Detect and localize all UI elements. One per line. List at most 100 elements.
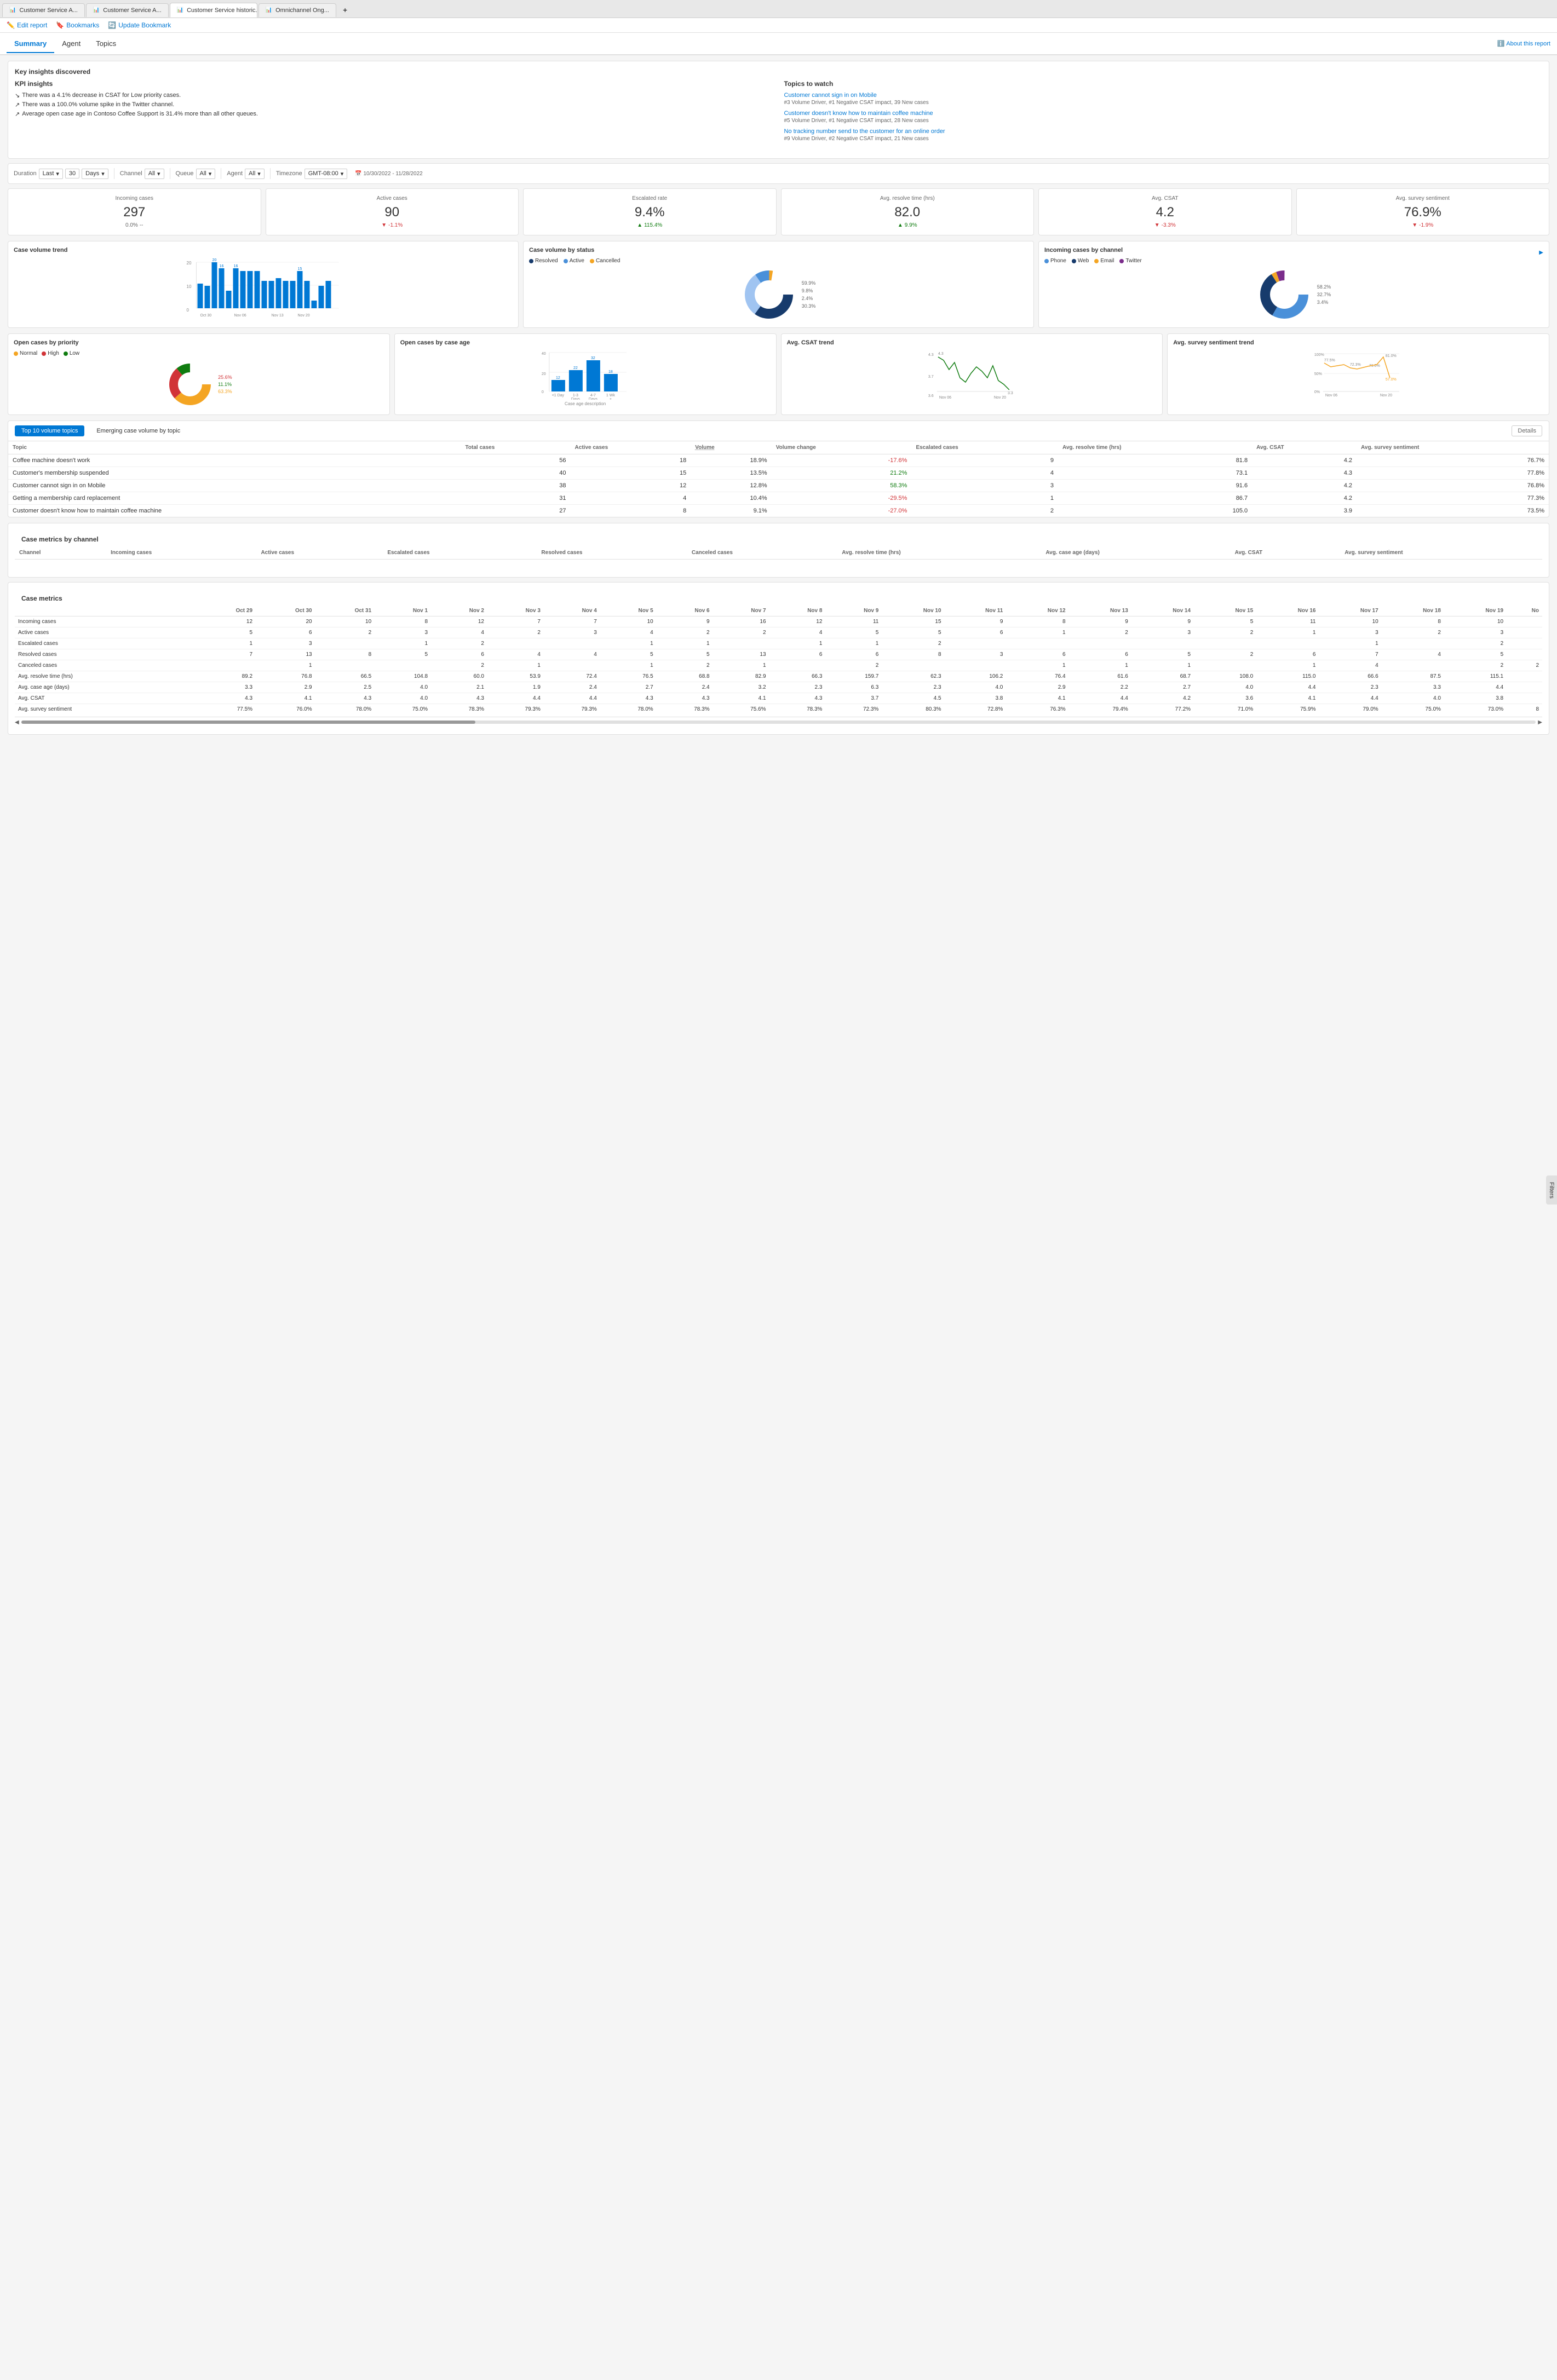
metric-value: 4.4: [1256, 682, 1319, 693]
duration-unit-select[interactable]: Days ▾: [82, 169, 108, 179]
channel-col-channel: Channel: [15, 546, 106, 560]
table-row: Avg. resolve time (hrs)89.276.866.5104.8…: [15, 671, 1542, 682]
csat: 4.3: [1252, 467, 1357, 480]
csat: 4.2: [1252, 480, 1357, 492]
metric-value: 9: [1131, 616, 1194, 627]
metric-value: 2: [1194, 649, 1256, 660]
priority-legend: Normal High Low: [14, 350, 384, 356]
table-row: Canceled cases12112121111422: [15, 660, 1542, 671]
duration-type-select[interactable]: Last ▾: [39, 169, 63, 179]
metric-value: 12: [431, 616, 487, 627]
svg-text:0: 0: [187, 308, 189, 313]
duration-value-select[interactable]: 30: [65, 169, 79, 178]
browser-tab-4[interactable]: 📊 Omnichannel Ong...: [258, 3, 336, 17]
svg-text:32: 32: [591, 356, 595, 360]
agent-select[interactable]: All ▾: [245, 169, 265, 179]
insight-item-3: ↗ Average open case age in Contoso Coffe…: [15, 111, 773, 118]
channel-select[interactable]: All ▾: [145, 169, 164, 179]
tab-agent[interactable]: Agent: [54, 35, 88, 53]
tab-topics[interactable]: Topics: [88, 35, 124, 53]
metric-value: 6: [256, 627, 315, 638]
metric-value: 2.7: [600, 682, 657, 693]
metric-value: [1507, 693, 1542, 704]
channel-expand-icon[interactable]: ▶: [1539, 250, 1543, 256]
metric-value: 2.9: [256, 682, 315, 693]
metric-value: 1: [196, 638, 256, 649]
bookmark-icon: 🔖: [56, 21, 64, 29]
edit-report-button[interactable]: ✏️ Edit report: [7, 21, 47, 29]
metric-value: 1: [256, 660, 315, 671]
channel-col-active: Active cases: [256, 546, 383, 560]
topic-link-2[interactable]: Customer doesn't know how to maintain co…: [784, 110, 1543, 117]
update-bookmark-button[interactable]: 🔄 Update Bookmark: [108, 21, 171, 29]
sentiment: 76.7%: [1357, 454, 1549, 467]
channel-donut-labels: 58.2% 32.7% 3.4%: [1317, 284, 1331, 305]
metric-value: 3: [256, 638, 315, 649]
table-row: Escalated cases13121111212: [15, 638, 1542, 649]
csat: 4.2: [1252, 492, 1357, 505]
bookmarks-button[interactable]: 🔖 Bookmarks: [56, 21, 99, 29]
browser-tab-1[interactable]: 📊 Customer Service A...: [2, 3, 85, 17]
metric-value: [1382, 660, 1444, 671]
browser-tab-3[interactable]: 📊 Customer Service historic... ✕: [170, 3, 257, 18]
metric-value: 61.6: [1069, 671, 1131, 682]
scrollbar-thumb[interactable]: [21, 721, 476, 724]
table-row: Avg. case age (days)3.32.92.54.02.11.92.…: [15, 682, 1542, 693]
metric-value: 4: [544, 649, 600, 660]
new-tab-button[interactable]: +: [337, 2, 353, 18]
topic-link-3[interactable]: No tracking number send to the customer …: [784, 128, 1543, 135]
metric-value: 2.4: [657, 682, 713, 693]
metric-value: 104.8: [375, 671, 431, 682]
scroll-right-arrow[interactable]: ▶: [1538, 719, 1542, 725]
table-row: Avg. survey sentiment77.5%76.0%78.0%75.0…: [15, 704, 1542, 714]
scrollbar-track[interactable]: [21, 721, 1536, 724]
metric-value: 66.6: [1319, 671, 1381, 682]
filters-side-panel[interactable]: Filters: [1546, 1175, 1557, 1205]
scrollbar-area[interactable]: ◀ ▶: [15, 717, 1542, 728]
topic-link-1[interactable]: Customer cannot sign in on Mobile: [784, 92, 1543, 99]
queue-select[interactable]: All ▾: [196, 169, 216, 179]
active-cases: 18: [571, 454, 691, 467]
metric-value: 4.0: [1382, 693, 1444, 704]
escalated: 1: [911, 492, 1058, 505]
timezone-select[interactable]: GMT-08:00 ▾: [304, 169, 348, 179]
metric-value: 8: [315, 649, 375, 660]
tab-icon-4: 📊: [266, 7, 272, 13]
browser-tab-2[interactable]: 📊 Customer Service A...: [86, 3, 169, 17]
table-row: Customer cannot sign in on Mobile 38 12 …: [8, 480, 1549, 492]
metric-value: 75.0%: [375, 704, 431, 714]
metric-value: [544, 660, 600, 671]
volume: 10.4%: [691, 492, 771, 505]
scroll-left-arrow[interactable]: ◀: [15, 719, 19, 725]
metric-value: 75.6%: [713, 704, 769, 714]
date-col: Nov 19: [1444, 606, 1507, 616]
svg-text:20: 20: [212, 258, 217, 262]
emerging-case-volume-button[interactable]: Emerging case volume by topic: [90, 425, 187, 436]
metric-value: 5: [1194, 616, 1256, 627]
tab-label-3: Customer Service historic...: [187, 7, 257, 14]
metric-value: 2: [1069, 627, 1131, 638]
metric-value: 12: [196, 616, 256, 627]
svg-text:Days: Days: [571, 397, 580, 400]
details-button[interactable]: Details: [1512, 425, 1542, 436]
top-10-volume-topics-button[interactable]: Top 10 volume topics: [15, 425, 84, 436]
date-col: Nov 1: [375, 606, 431, 616]
charts-row-1: Case volume trend 20 10 0 20 16 16: [8, 241, 1549, 328]
resolved-dot: [529, 259, 533, 263]
priority-labels: 25.6% 11.1% 63.3%: [218, 374, 232, 394]
metric-value: 8: [1382, 616, 1444, 627]
tab-summary[interactable]: Summary: [7, 35, 54, 53]
metric-value: 4: [1382, 649, 1444, 660]
about-this-report-link[interactable]: ℹ️ About this report: [1497, 40, 1550, 47]
status-donut-svg: [742, 267, 796, 322]
insight-item-1: ↘ There was a 4.1% decrease in CSAT for …: [15, 92, 773, 99]
topic-name: Customer's membership suspended: [8, 467, 461, 480]
metric-value: 76.0%: [256, 704, 315, 714]
arrow-up-icon: ▲: [637, 222, 642, 228]
metric-value: 4: [600, 627, 657, 638]
metric-value: 4: [487, 649, 544, 660]
case-metrics-scroll[interactable]: Oct 29Oct 30Oct 31Nov 1Nov 2Nov 3Nov 4No…: [15, 606, 1542, 714]
metric-value: 4.0: [945, 682, 1007, 693]
cancelled-dot: [590, 259, 594, 263]
metric-value: [945, 638, 1007, 649]
